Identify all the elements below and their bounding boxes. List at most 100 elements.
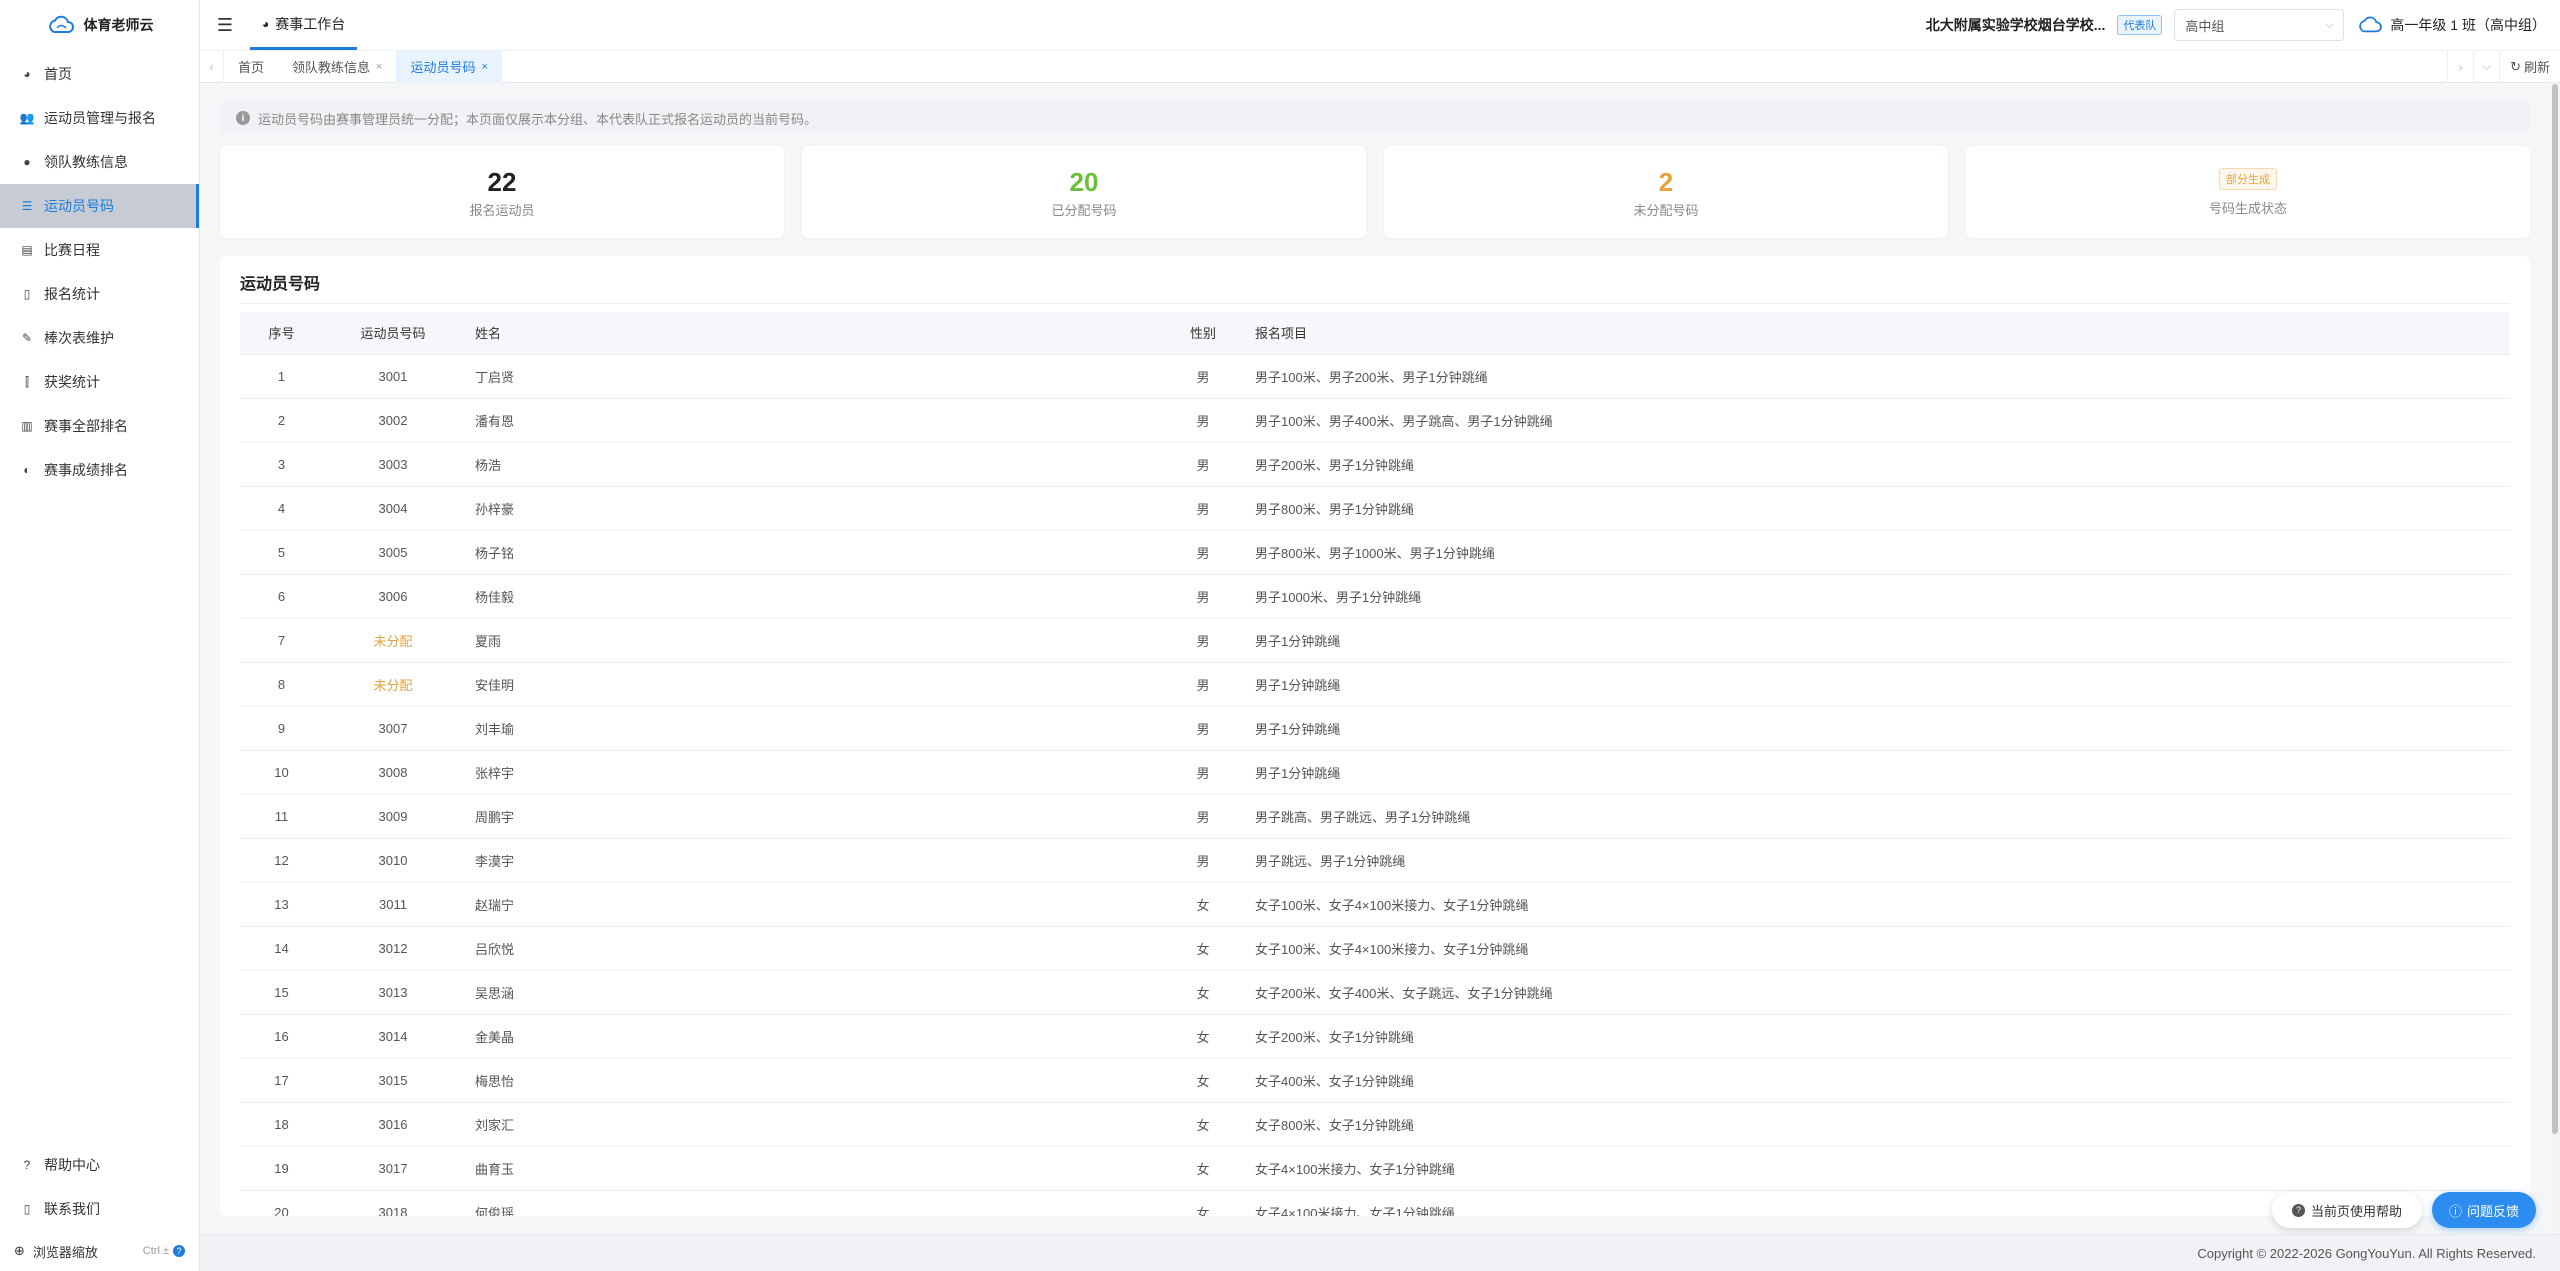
athlete-gender: 女 xyxy=(1163,926,1243,971)
athlete-name: 杨子铭 xyxy=(463,530,1163,575)
stat-value: 22 xyxy=(487,166,517,197)
scrollbar-thumb[interactable] xyxy=(2552,84,2558,1134)
sidebar-item-9[interactable]: ◐ 赛事成绩排名 xyxy=(0,448,199,492)
app-name: 体育老师云 xyxy=(83,17,154,33)
sidebar-item-contact[interactable]: ▯ 联系我们 xyxy=(0,1187,199,1231)
browser-zoom[interactable]: ⊕ 浏览器缩放 Ctrl ±? xyxy=(0,1231,199,1271)
sidebar-item-help[interactable]: ? 帮助中心 xyxy=(0,1143,199,1187)
workbench-label: 赛事工作台 xyxy=(275,15,346,32)
sidebar-item-label: 运动员管理与报名 xyxy=(44,110,156,126)
menu-toggle-icon[interactable]: ☰ xyxy=(200,0,250,50)
sidebar-item-label: 领队教练信息 xyxy=(44,154,128,170)
ranking-icon: ▥ xyxy=(21,419,33,433)
sidebar-item-label: 首页 xyxy=(44,66,72,82)
athlete-gender: 男 xyxy=(1163,706,1243,751)
athlete-events: 男子跳远、男子1分钟跳绳 xyxy=(1243,838,2510,883)
stat-label: 未分配号码 xyxy=(1633,202,1699,218)
sidebar-item-4[interactable]: ▤ 比赛日程 xyxy=(0,228,199,272)
athlete-number: 3017 xyxy=(323,1146,463,1191)
athlete-name: 孙梓豪 xyxy=(463,486,1163,531)
athlete-gender: 女 xyxy=(1163,882,1243,927)
athlete-events: 男子1000米、男子1分钟跳绳 xyxy=(1243,574,2510,619)
tabs-scroll-left-icon[interactable]: ‹ xyxy=(200,50,224,83)
athlete-gender: 女 xyxy=(1163,1102,1243,1147)
top-header: ☰ ◕ 赛事工作台 北大附属实验学校烟台学校... 代表队 高中组 ⌵ 高一年级… xyxy=(200,0,2560,51)
zoom-icon: ⊕ xyxy=(14,1243,25,1258)
athlete-number: 3011 xyxy=(323,882,463,927)
column-header: 报名项目 xyxy=(1243,312,2510,355)
close-icon[interactable]: × xyxy=(376,61,382,73)
athlete-name: 何俊瑶 xyxy=(463,1190,1163,1216)
tabs-list: 首页 领队教练信息 × 运动员号码 × xyxy=(224,50,502,83)
athlete-events: 男子800米、男子1000米、男子1分钟跳绳 xyxy=(1243,530,2510,575)
stats-row: 22 报名运动员 20 已分配号码 2 未分配号码 部分生成 号码生成状态 xyxy=(220,146,2530,238)
table-row: 7 未分配 夏雨男男子1分钟跳绳 xyxy=(240,618,2510,663)
athlete-number: 未分配 xyxy=(323,662,463,707)
main-content: i 运动员号码由赛事管理员统一分配；本页面仅展示本分组、本代表队正式报名运动员的… xyxy=(200,84,2550,1234)
app-logo[interactable]: 体育老师云 xyxy=(0,0,199,50)
athlete-events: 女子800米、女子1分钟跳绳 xyxy=(1243,1102,2510,1147)
row-index: 7 xyxy=(240,618,323,663)
refresh-icon: ↻ xyxy=(2510,58,2521,74)
refresh-button[interactable]: ↻ 刷新 xyxy=(2499,50,2560,83)
stat-label: 报名运动员 xyxy=(469,202,535,218)
sidebar-item-3[interactable]: ☰ 运动员号码 xyxy=(0,184,199,228)
question-icon: ? xyxy=(2291,1203,2305,1217)
athlete-number: 3003 xyxy=(323,442,463,487)
tab-1[interactable]: 领队教练信息 × xyxy=(278,51,396,83)
feedback-label: 问题反馈 xyxy=(2467,1203,2520,1219)
sidebar-item-0[interactable]: ◕ 首页 xyxy=(0,52,199,96)
sidebar-item-2[interactable]: ● 领队教练信息 xyxy=(0,140,199,184)
group-select-value: 高中组 xyxy=(2185,18,2225,34)
copyright-text: Copyright © 2022-2026 GongYouYun. All Ri… xyxy=(2197,1245,2536,1261)
table-row: 15 3013 吴思涵女女子200米、女子400米、女子跳远、女子1分钟跳绳 xyxy=(240,970,2510,1015)
athlete-events: 男子1分钟跳绳 xyxy=(1243,750,2510,795)
close-icon[interactable]: × xyxy=(481,61,487,73)
sidebar-item-1[interactable]: 👥 运动员管理与报名 xyxy=(0,96,199,140)
numbers-card: 运动员号码 序号 运动员号码 姓名 性别 报名项目 1 3001 丁启贤男男子100… xyxy=(220,256,2530,1216)
feedback-button[interactable]: ⓘ 问题反馈 xyxy=(2432,1192,2536,1228)
sidebar-item-7[interactable]: ⫿ 获奖统计 xyxy=(0,360,199,404)
athlete-number: 3006 xyxy=(323,574,463,619)
info-dot-icon[interactable]: ? xyxy=(173,1245,185,1257)
tab-2[interactable]: 运动员号码 × xyxy=(396,50,502,83)
stat-label: 已分配号码 xyxy=(1051,202,1117,218)
page-help-label: 当前页使用帮助 xyxy=(2310,1203,2402,1219)
page-help-button[interactable]: ? 当前页使用帮助 xyxy=(2272,1192,2422,1228)
tab-0[interactable]: 首页 xyxy=(224,51,278,83)
page-scrollbar[interactable] xyxy=(2550,84,2560,1234)
athlete-events: 男子200米、男子1分钟跳绳 xyxy=(1243,442,2510,487)
list-icon: ☰ xyxy=(21,199,33,213)
athlete-name: 安佳明 xyxy=(463,662,1163,707)
tabs-menu-chevron-icon[interactable]: ⌵ xyxy=(2473,50,2499,83)
team-badge: 代表队 xyxy=(2117,15,2163,35)
sidebar-item-5[interactable]: ▯ 报名统计 xyxy=(0,272,199,316)
table-row: 9 3007 刘丰瑜男男子1分钟跳绳 xyxy=(240,706,2510,751)
stat-label: 号码生成状态 xyxy=(2208,200,2287,216)
table-row: 18 3016 刘家汇女女子800米、女子1分钟跳绳 xyxy=(240,1102,2510,1147)
sidebar-item-8[interactable]: ▥ 赛事全部排名 xyxy=(0,404,199,448)
row-index: 19 xyxy=(240,1146,323,1191)
athlete-gender: 女 xyxy=(1163,1190,1243,1216)
stat-value: 2 xyxy=(1658,166,1674,197)
class-info[interactable]: 高一年级 1 班（高中组） xyxy=(2356,15,2546,35)
tab-label: 首页 xyxy=(238,60,265,75)
athlete-name: 吴思涵 xyxy=(463,970,1163,1015)
athlete-gender: 男 xyxy=(1163,794,1243,839)
tabs-scroll-right-icon[interactable]: › xyxy=(2447,50,2473,83)
table-row: 11 3009 周鹏宇男男子跳高、男子跳远、男子1分钟跳绳 xyxy=(240,794,2510,839)
athlete-name: 李漠宇 xyxy=(463,838,1163,883)
athlete-events: 女子200米、女子1分钟跳绳 xyxy=(1243,1014,2510,1059)
sidebar-item-label: 赛事全部排名 xyxy=(44,418,128,434)
stat-status: 部分生成 号码生成状态 xyxy=(1966,146,2530,238)
card-title: 运动员号码 xyxy=(240,270,2510,304)
sidebar-item-6[interactable]: ✎ 棒次表维护 xyxy=(0,316,199,360)
table-row: 5 3005 杨子铭男男子800米、男子1000米、男子1分钟跳绳 xyxy=(240,530,2510,575)
help-icon: ? xyxy=(23,1158,31,1172)
athlete-number: 3015 xyxy=(323,1058,463,1103)
athlete-name: 赵瑞宁 xyxy=(463,882,1163,927)
cloud-icon xyxy=(2359,16,2383,33)
group-select[interactable]: 高中组 ⌵ xyxy=(2174,9,2345,41)
workbench-tab[interactable]: ◕ 赛事工作台 xyxy=(250,0,358,50)
user-icon: ● xyxy=(23,155,31,169)
